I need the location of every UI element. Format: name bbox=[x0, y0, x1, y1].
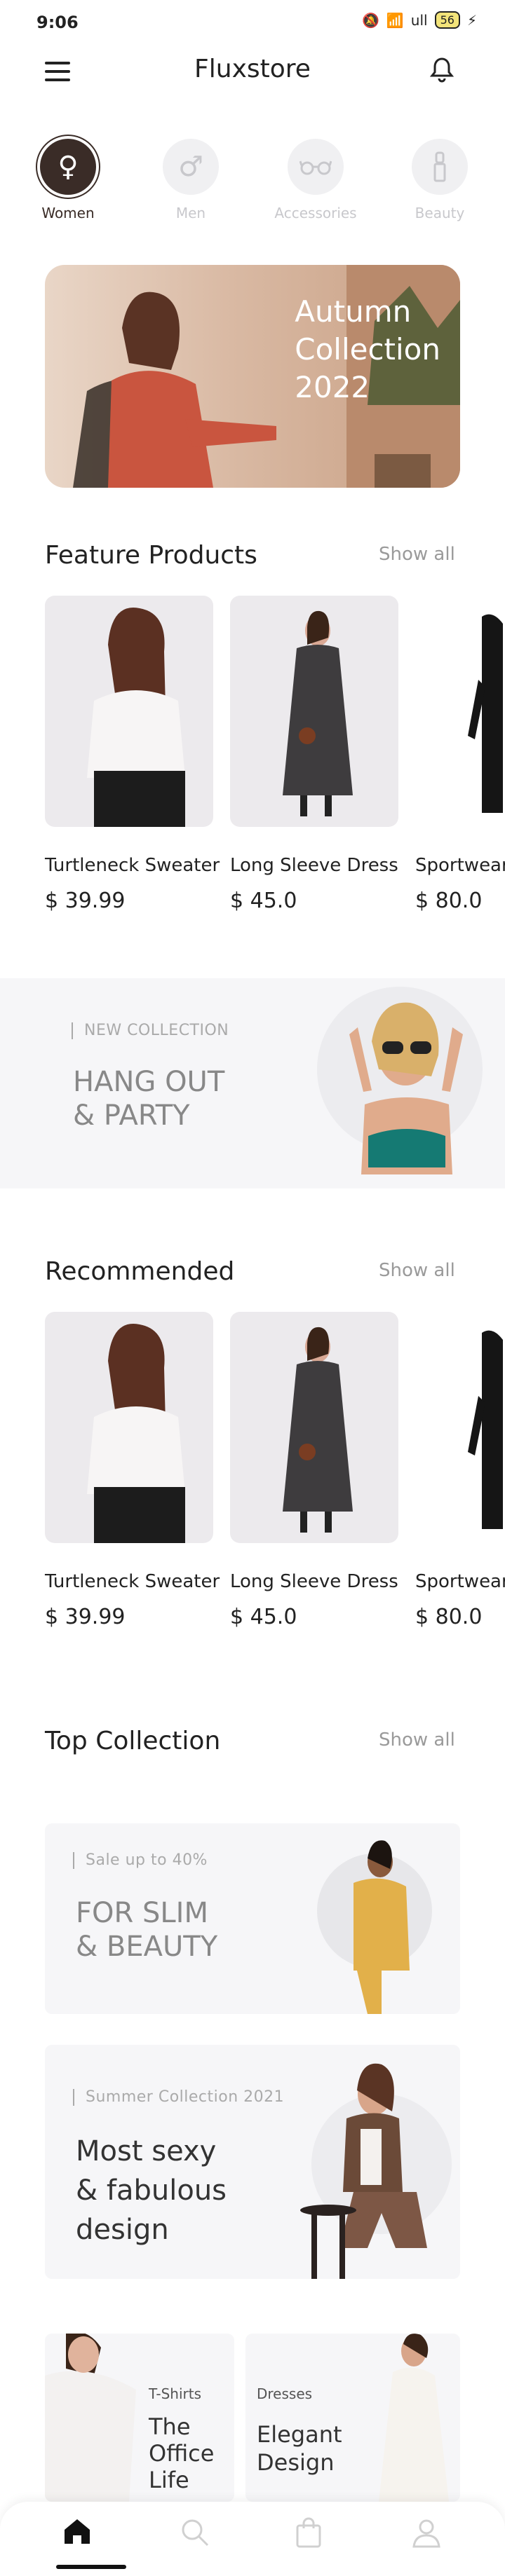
promo-model-image bbox=[317, 987, 483, 1174]
signal-icon: ull bbox=[410, 11, 428, 29]
product-name: Sportwear bbox=[415, 855, 505, 876]
product-image bbox=[45, 1312, 213, 1543]
category-accessories[interactable]: Accessories bbox=[263, 139, 368, 221]
home-icon[interactable] bbox=[56, 2517, 98, 2552]
collection-model-image bbox=[317, 1840, 432, 2014]
top-collection-show-all[interactable]: Show all bbox=[379, 1729, 455, 1751]
shopping-bag-icon[interactable] bbox=[288, 2517, 330, 2555]
category-women[interactable]: ♀ Women bbox=[15, 139, 121, 221]
collection-model-image bbox=[300, 2063, 452, 2279]
banner-headline: Autumn Collection 2022 bbox=[295, 294, 440, 404]
product-card[interactable]: Sportwear $ 80.0 bbox=[415, 1312, 505, 1629]
wifi-icon: 📶 bbox=[386, 11, 404, 29]
product-price: $ 39.99 bbox=[45, 1605, 126, 1629]
male-icon: ♂ bbox=[163, 139, 219, 195]
category-men[interactable]: ♂ Men bbox=[138, 139, 243, 221]
product-name: Long Sleeve Dress bbox=[230, 1571, 398, 1592]
recommended-title: Recommended bbox=[45, 1257, 235, 1286]
status-bar: 9:06 🔕 📶 ull 56 ⚡ bbox=[0, 0, 505, 42]
category-beauty[interactable]: Beauty bbox=[387, 139, 492, 221]
feature-products-show-all[interactable]: Show all bbox=[379, 544, 455, 565]
collection-tag: T-Shirts bbox=[149, 2385, 202, 2402]
collection-tag: Dresses bbox=[257, 2385, 313, 2402]
collection-tag: Summer Collection 2021 bbox=[73, 2088, 284, 2106]
category-label: Accessories bbox=[274, 205, 357, 221]
category-label: Women bbox=[41, 205, 95, 221]
product-price: $ 80.0 bbox=[415, 889, 483, 913]
female-icon: ♀ bbox=[40, 139, 96, 195]
bell-icon[interactable] bbox=[429, 56, 454, 90]
product-price: $ 45.0 bbox=[230, 1605, 297, 1629]
dresses-collection[interactable]: Dresses Elegant Design bbox=[245, 2334, 460, 2502]
feature-products-title: Feature Products bbox=[45, 541, 257, 570]
collection-tag: Sale up to 40% bbox=[73, 1851, 208, 1869]
search-icon[interactable] bbox=[174, 2517, 216, 2555]
profile-icon[interactable] bbox=[405, 2517, 447, 2555]
product-image bbox=[230, 1312, 398, 1543]
collection-headline: Elegant Design bbox=[257, 2421, 342, 2476]
autumn-collection-banner[interactable]: Autumn Collection 2022 bbox=[45, 265, 460, 488]
collection-model-image bbox=[379, 2334, 449, 2502]
category-label: Beauty bbox=[415, 205, 465, 221]
product-image bbox=[415, 1312, 505, 1543]
home-indicator bbox=[56, 2565, 126, 2569]
product-card[interactable]: Turtleneck Sweater $ 39.99 bbox=[45, 1312, 220, 1629]
status-time: 9:06 bbox=[36, 13, 79, 32]
glasses-icon bbox=[288, 139, 344, 195]
charging-icon: ⚡ bbox=[466, 11, 477, 29]
collection-headline: FOR SLIM & BEAUTY bbox=[76, 1897, 218, 1963]
product-name: Turtleneck Sweater bbox=[45, 855, 220, 876]
lipstick-icon bbox=[412, 139, 468, 195]
battery-icon: 56 bbox=[434, 11, 460, 29]
summer-collection[interactable]: Summer Collection 2021 Most sexy & fabulo… bbox=[45, 2045, 460, 2279]
collection-model-image bbox=[45, 2334, 136, 2502]
mute-icon: 🔕 bbox=[361, 11, 379, 29]
tshirts-collection[interactable]: T-Shirts The Office Life bbox=[45, 2334, 234, 2502]
slim-beauty-collection[interactable]: Sale up to 40% FOR SLIM & BEAUTY bbox=[45, 1823, 460, 2014]
product-card[interactable]: Turtleneck Sweater $ 39.99 bbox=[45, 596, 220, 913]
collection-headline: Most sexy & fabulous design bbox=[76, 2135, 227, 2246]
product-name: Sportwear bbox=[415, 1571, 505, 1592]
product-image bbox=[415, 596, 505, 827]
top-collection-title: Top Collection bbox=[45, 1727, 221, 1755]
recommended-show-all[interactable]: Show all bbox=[379, 1260, 455, 1281]
product-name: Turtleneck Sweater bbox=[45, 1571, 220, 1592]
promo-headline: HANG OUT & PARTY bbox=[73, 1066, 225, 1132]
product-price: $ 80.0 bbox=[415, 1605, 483, 1629]
collection-headline: The Office Life bbox=[149, 2413, 215, 2493]
promo-tag: NEW COLLECTION bbox=[72, 1022, 229, 1039]
product-image bbox=[45, 596, 213, 827]
product-card[interactable]: Long Sleeve Dress $ 45.0 bbox=[230, 596, 398, 913]
product-card[interactable]: Sportwear $ 80.0 bbox=[415, 596, 505, 913]
product-card[interactable]: Long Sleeve Dress $ 45.0 bbox=[230, 1312, 398, 1629]
status-icons: 🔕 📶 ull 56 ⚡ bbox=[362, 11, 477, 29]
product-price: $ 39.99 bbox=[45, 889, 126, 913]
product-image bbox=[230, 596, 398, 827]
category-label: Men bbox=[175, 205, 206, 221]
product-name: Long Sleeve Dress bbox=[230, 855, 398, 876]
product-price: $ 45.0 bbox=[230, 889, 297, 913]
new-collection-promo[interactable]: NEW COLLECTION HANG OUT & PARTY bbox=[0, 978, 505, 1188]
